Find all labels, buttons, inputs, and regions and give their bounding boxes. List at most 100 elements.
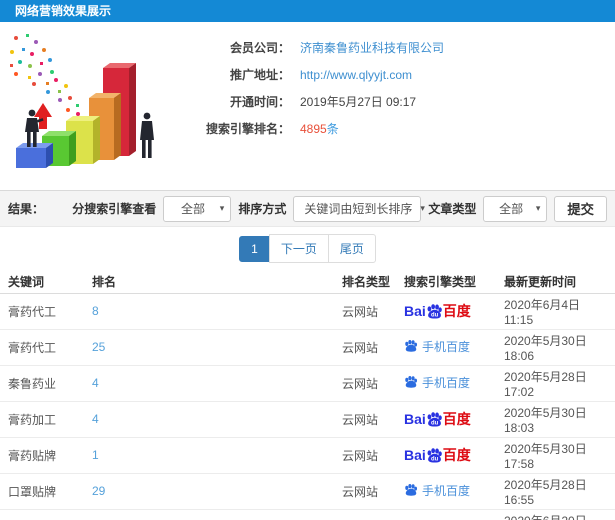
ranking-count-label: 搜索引擎排名： [205,122,290,136]
table-row: 口罩贴牌 29 云网站 手机百度 2020年5月28日 16:55 [0,473,615,510]
engine-type-cell: Bai du 百度 [400,401,500,438]
svg-text:du: du [431,456,439,462]
mobile-baidu-logo: 手机百度 [404,338,470,355]
engine-type-cell: 手机百度 [400,329,500,366]
article-type-select[interactable]: 全部 ▾ [483,195,548,222]
col-header-engine-type: 搜索引擎类型 [400,270,500,294]
rank-cell: 17,25 [88,509,338,520]
update-time-cell: 2020年6月4日 11:15 [500,293,615,330]
info-row-url: 推广地址： http://www.qlyyjt.com [178,61,444,88]
baidu-logo: Bai du 百度 [404,447,471,463]
rank-type-cell: 云网站 [338,293,400,330]
company-label: 会员公司： [229,41,290,55]
engine-filter-label: 分搜索引擎查看 [72,202,157,216]
baidu-paw-icon [405,340,418,352]
page-1-button[interactable]: 1 [239,235,270,262]
article-type-label: 文章类型 [428,202,477,216]
table-header-row: 关键词 排名 排名类型 搜索引擎类型 最新更新时间 [0,270,615,294]
keyword-cell: 口罩贴牌 [0,473,88,510]
header-bar: 网络营销效果展示 [0,0,615,22]
sort-select-value: 关键词由短到长排序 [304,202,413,216]
keyword-cell: 膏药加工 [0,401,88,438]
engine-type-cell: Bai du 百度 [400,437,500,474]
results-table: 关键词 排名 排名类型 搜索引擎类型 最新更新时间 膏药代工 8 云网站 Bai… [0,270,615,520]
growth-chart-illustration [10,34,154,168]
table-row: 膏药代工 25 云网站 手机百度 2020年5月30日 18:06 [0,329,615,366]
baidu-logo: Bai du 百度 [404,303,471,319]
rank-link[interactable]: 1 [92,448,99,462]
rank-cell: 25 [88,329,338,366]
confetti-dots [10,34,86,122]
engine-select-value: 全部 [181,202,206,216]
engine-type-cell: 手机百度 [400,509,500,520]
update-time-cell: 2020年5月30日 18:03 [500,401,615,438]
keyword-cell: 膏药代工 [0,329,88,366]
col-header-update-time: 最新更新时间 [500,270,615,294]
keyword-cell: 金华防护服 [0,509,88,520]
update-time-cell: 2020年5月30日 17:58 [500,437,615,474]
table-row: 秦鲁药业 4 云网站 手机百度 2020年5月28日 17:02 [0,365,615,402]
ranking-count-unit: 条 [326,122,339,136]
col-header-rank-type: 排名类型 [338,270,400,294]
rank-link[interactable]: 4 [92,412,99,426]
update-time-cell: 2020年6月20日 09:25 [500,509,615,520]
engine-select[interactable]: 全部 ▾ [163,195,232,222]
rank-link[interactable]: 4 [92,376,99,390]
last-page-button[interactable]: 尾页 [327,234,376,263]
result-label: 结果： [8,202,45,216]
businessman-right [140,112,154,158]
table-row: 膏药加工 4 云网站 Bai du 百度 2020年5月30日 18:03 [0,401,615,438]
baidu-paw-icon [405,376,418,388]
engine-type-cell: Bai du 百度 [400,293,500,330]
rank-type-cell: 云网站 [338,329,400,366]
rank-cell: 4 [88,401,338,438]
svg-text:du: du [431,312,439,318]
rank-cell: 1 [88,437,338,474]
rank-type-cell: 云网站 [338,473,400,510]
info-section: 会员公司： 济南秦鲁药业科技有限公司 推广地址： http://www.qlyy… [0,22,615,190]
update-time-cell: 2020年5月30日 18:06 [500,329,615,366]
baidu-paw-icon: du [427,447,442,462]
sort-filter-label: 排序方式 [238,202,287,216]
rank-type-cell: 云网站 [338,401,400,438]
keyword-cell: 秦鲁药业 [0,365,88,402]
page-title: 网络营销效果展示 [15,4,112,18]
engine-type-cell: 手机百度 [400,365,500,402]
baidu-paw-icon: du [427,303,442,318]
rank-type-cell: 云网站 [338,437,400,474]
submit-button[interactable]: 提交 [554,195,607,222]
rank-type-cell: 云网站 [338,509,400,520]
table-row: 膏药代工 8 云网站 Bai du 百度 2020年6月4日 11:15 [0,293,615,330]
next-page-button[interactable]: 下一页 [268,234,329,263]
pagination: 1 下一页 尾页 [0,227,615,270]
rank-link[interactable]: 8 [92,304,99,318]
ranking-count-value: 4895条 [300,120,339,137]
rank-cell: 29 [88,473,338,510]
filters: 分搜索引擎查看 全部 ▾ 排序方式 关键词由短到长排序 ▾ 文章类型 全部 ▾ … [72,195,607,222]
rank-link[interactable]: 29 [92,484,105,498]
article-type-select-value: 全部 [499,202,524,216]
baidu-paw-icon [405,484,418,496]
info-fields: 会员公司： 济南秦鲁药业科技有限公司 推广地址： http://www.qlyy… [178,34,444,142]
info-row-ranking-count: 搜索引擎排名： 4895条 [178,115,444,142]
col-header-rank: 排名 [88,270,338,294]
rank-cell: 8 [88,293,338,330]
col-header-keyword: 关键词 [0,270,88,294]
sort-select[interactable]: 关键词由短到长排序 ▾ [293,195,425,222]
keyword-cell: 膏药代工 [0,293,88,330]
company-link[interactable]: 济南秦鲁药业科技有限公司 [300,39,444,56]
ranking-count-number: 4895 [300,122,327,136]
update-time-cell: 2020年5月28日 16:55 [500,473,615,510]
mobile-baidu-logo: 手机百度 [404,374,470,391]
mobile-baidu-logo: 手机百度 [404,482,470,499]
open-time-label: 开通时间： [229,95,290,109]
baidu-logo: Bai du 百度 [404,411,471,427]
baidu-paw-icon: du [427,411,442,426]
chevron-down-icon: ▾ [420,203,425,213]
url-label: 推广地址： [229,68,290,82]
rank-link[interactable]: 25 [92,340,105,354]
filter-bar: 结果： 分搜索引擎查看 全部 ▾ 排序方式 关键词由短到长排序 ▾ 文章类型 全… [0,190,615,227]
table-row: 膏药贴牌 1 云网站 Bai du 百度 2020年5月30日 17:58 [0,437,615,474]
promotion-url-link[interactable]: http://www.qlyyjt.com [300,68,412,82]
chevron-down-icon: ▾ [535,203,541,213]
